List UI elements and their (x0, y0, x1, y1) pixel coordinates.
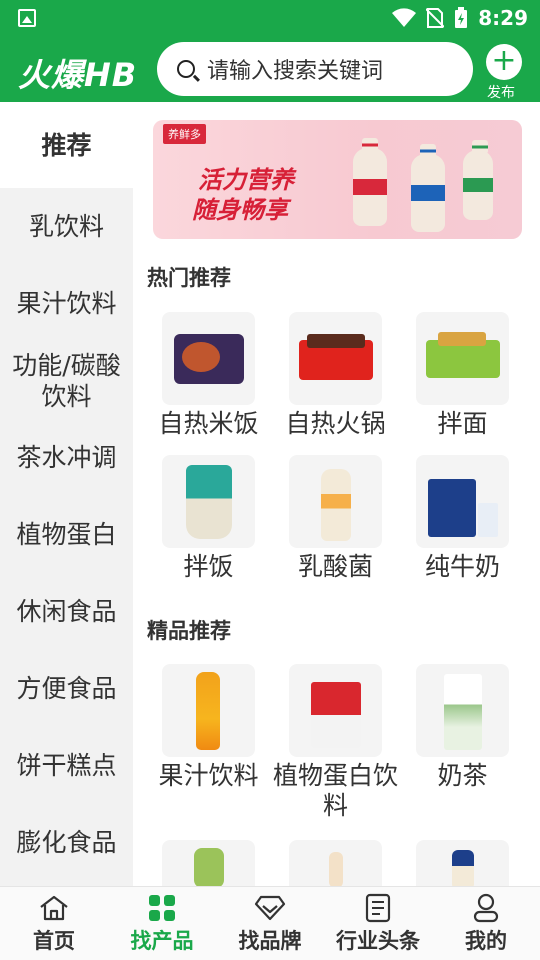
product-card[interactable]: 植物蛋白饮料 (272, 664, 399, 821)
product-name: 奶茶 (437, 761, 488, 790)
product-name: 植物蛋白饮料 (272, 761, 398, 820)
product-thumbnail (162, 664, 255, 757)
product-card[interactable]: 自热火锅 (272, 312, 399, 439)
search-placeholder: 请输入搜索关键词 (207, 59, 384, 84)
tab-label: 找产品 (130, 929, 194, 953)
product-name: 自热米饭 (158, 409, 259, 438)
tab-mine[interactable]: 我的 (432, 887, 540, 960)
product-thumbnail (416, 455, 509, 548)
banner-slogan-line1: 活力营养 (198, 166, 294, 194)
banner-bottle-green (463, 140, 493, 220)
sidebar-item-tea-brew[interactable]: 茶水冲调 (0, 419, 133, 496)
news-icon (365, 893, 391, 923)
tab-label: 行业头条 (336, 929, 420, 953)
product-name: 乳酸菌 (297, 552, 373, 581)
person-icon (473, 893, 499, 923)
product-card[interactable] (272, 840, 399, 886)
main-content: 养鲜多 活力营养 随身畅享 热门推荐 自热米饭 自热火锅 拌面 拌饭 乳酸菌 纯… (133, 102, 540, 886)
product-thumbnail (416, 312, 509, 405)
sidebar-item-recommend[interactable]: 推荐 (0, 102, 133, 188)
product-thumbnail (416, 840, 509, 886)
sidebar-item-juice-drinks[interactable]: 果汁饮料 (0, 265, 133, 342)
publish-label: 发布 (487, 85, 515, 101)
product-name: 纯牛奶 (424, 552, 500, 581)
sidebar-item-functional-carbonated[interactable]: 功能/碳酸饮料 (0, 342, 133, 419)
product-card[interactable] (145, 840, 272, 886)
product-thumbnail (162, 312, 255, 405)
battery-charging-icon (455, 7, 468, 28)
product-thumbnail (289, 664, 382, 757)
product-name: 拌饭 (183, 552, 234, 581)
product-card[interactable]: 乳酸菌 (272, 455, 399, 582)
product-thumbnail (162, 455, 255, 548)
wifi-icon (392, 8, 417, 27)
sidebar-item-biscuits-cakes[interactable]: 饼干糕点 (0, 727, 133, 804)
bottom-tab-bar: 首页 找产品 找品牌 行业头条 我的 (0, 886, 540, 960)
product-thumbnail (289, 312, 382, 405)
product-thumbnail (416, 664, 509, 757)
sidebar-item-milk-drinks[interactable]: 乳饮料 (0, 188, 133, 265)
diamond-icon (254, 895, 286, 921)
clock: 8:29 (478, 6, 528, 30)
hot-section-title: 热门推荐 (147, 266, 231, 290)
home-icon (40, 895, 68, 921)
product-name: 果汁饮料 (158, 761, 259, 790)
product-card[interactable]: 果汁饮料 (145, 664, 272, 791)
sidebar-item-plant-protein[interactable]: 植物蛋白 (0, 496, 133, 573)
product-card[interactable]: 纯牛奶 (399, 455, 526, 582)
product-card[interactable]: 拌面 (399, 312, 526, 439)
grid-icon (149, 895, 175, 921)
banner-slogan-line2: 随身畅享 (192, 196, 288, 224)
plus-icon: + (486, 44, 522, 80)
app-header: 火爆HB 请输入搜索关键词 + 发布 (0, 36, 540, 102)
product-card[interactable] (399, 840, 526, 886)
promo-banner[interactable]: 养鲜多 活力营养 随身畅享 (153, 120, 522, 239)
product-card[interactable]: 奶茶 (399, 664, 526, 791)
product-thumbnail (289, 840, 382, 886)
tab-find-brands[interactable]: 找品牌 (216, 887, 324, 960)
product-thumbnail (289, 455, 382, 548)
product-card[interactable]: 拌饭 (145, 455, 272, 582)
product-card[interactable]: 自热米饭 (145, 312, 272, 439)
banner-bottle-red (353, 138, 387, 226)
search-bar[interactable]: 请输入搜索关键词 (157, 42, 473, 96)
banner-brand: 养鲜多 (163, 124, 206, 144)
search-icon (177, 60, 195, 78)
product-thumbnail (162, 840, 255, 886)
tab-home[interactable]: 首页 (0, 887, 108, 960)
status-icons: 8:29 (392, 6, 528, 30)
banner-bottle-blue (411, 144, 445, 232)
tab-find-products[interactable]: 找产品 (108, 887, 216, 960)
product-name: 拌面 (437, 409, 488, 438)
image-notification-icon (18, 9, 36, 27)
publish-button[interactable]: + 发布 (486, 44, 522, 102)
sidebar-item-puffed-food[interactable]: 膨化食品 (0, 804, 133, 881)
tab-industry-news[interactable]: 行业头条 (324, 887, 432, 960)
premium-section-title: 精品推荐 (147, 619, 231, 643)
no-sim-icon (426, 8, 445, 28)
tab-label: 找品牌 (238, 929, 302, 953)
app-logo: 火爆HB (18, 56, 138, 94)
category-sidebar: 推荐 乳饮料 果汁饮料 功能/碳酸饮料 茶水冲调 植物蛋白 休闲食品 方便食品 … (0, 102, 133, 886)
sidebar-item-snacks[interactable]: 休闲食品 (0, 573, 133, 650)
tab-label: 我的 (465, 929, 507, 953)
tab-label: 首页 (33, 929, 75, 953)
status-bar: 8:29 (0, 0, 540, 36)
banner-slogan: 活力营养 随身畅享 (192, 165, 294, 225)
product-name: 自热火锅 (285, 409, 386, 438)
sidebar-item-instant-food[interactable]: 方便食品 (0, 650, 133, 727)
